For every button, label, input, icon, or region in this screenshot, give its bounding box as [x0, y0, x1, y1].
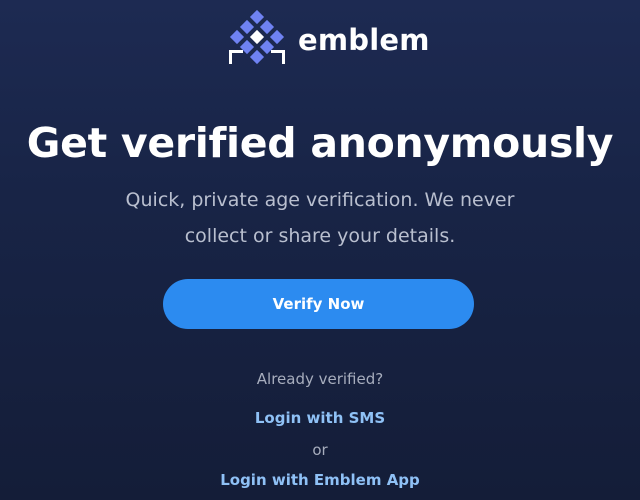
login-emblem-app-link[interactable]: Login with Emblem App — [0, 471, 640, 489]
emblem-logo-icon — [229, 10, 285, 65]
subtitle-line-2: collect or share your details. — [184, 225, 456, 247]
subtitle-line-1: Quick, private age verification. We neve… — [125, 189, 515, 211]
page-subtitle: Quick, private age verification. We neve… — [0, 182, 640, 254]
already-verified-text: Already verified? — [256, 370, 384, 388]
page-headline: Get verified anonymously — [26, 119, 614, 167]
or-separator: or — [312, 441, 328, 459]
brand-logo: emblem — [226, 10, 430, 72]
verify-now-button[interactable]: Verify Now — [163, 279, 474, 329]
brand-name: emblem — [298, 22, 430, 57]
login-sms-link[interactable]: Login with SMS — [0, 409, 640, 427]
